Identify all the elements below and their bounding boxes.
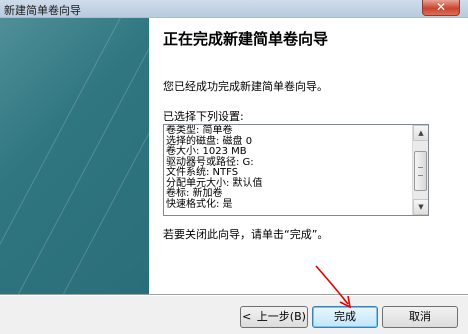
vertical-scrollbar[interactable]: ▲ ▼ — [412, 125, 428, 215]
cancel-button[interactable]: 取消 — [382, 306, 458, 328]
back-arrow-icon: < — [242, 310, 252, 323]
settings-label: 已选择下列设置: — [163, 110, 244, 123]
close-button[interactable]: ✕ — [422, 0, 460, 16]
wizard-content: 正在完成新建简单卷向导 您已经成功完成新建简单卷向导。 已选择下列设置: 卷类型… — [149, 18, 468, 294]
close-icon: ✕ — [435, 0, 447, 14]
annotation-arrow-icon — [315, 265, 352, 309]
window-title: 新建简单卷向导 — [4, 4, 81, 17]
back-button-label: 上一步(B) — [253, 310, 306, 323]
scroll-down-icon[interactable]: ▼ — [413, 199, 428, 215]
settings-summary-list: 卷类型: 简单卷 选择的磁盘: 磁盘 0 卷大小: 1023 MB 驱动器号或路… — [166, 125, 412, 210]
close-instruction: 若要关闭此向导，请单击“完成”。 — [163, 228, 329, 241]
banner-decoration — [0, 18, 149, 294]
title-bar: 新建简单卷向导 ✕ — [0, 0, 468, 18]
back-button[interactable]: < 上一步(B) — [240, 306, 308, 328]
banner-decoration — [0, 18, 126, 294]
scroll-thumb[interactable] — [414, 151, 427, 191]
wizard-banner — [0, 18, 149, 294]
summary-line: 卷大小: 1023 MB — [166, 146, 247, 157]
summary-line: 卷标: 新加卷 — [166, 188, 223, 199]
summary-line: 快速格式化: 是 — [166, 198, 233, 210]
page-title: 正在完成新建简单卷向导 — [163, 30, 329, 48]
footer-divider — [0, 294, 468, 296]
summary-line: 卷类型: 简单卷 — [166, 125, 233, 136]
success-message: 您已经成功完成新建简单卷向导。 — [163, 80, 328, 93]
annotation-arrow-shaft — [315, 265, 349, 305]
scroll-up-icon[interactable]: ▲ — [413, 125, 428, 141]
settings-summary-box[interactable]: 卷类型: 简单卷 选择的磁盘: 磁盘 0 卷大小: 1023 MB 驱动器号或路… — [163, 124, 429, 216]
summary-line: 文件系统: NTFS — [166, 167, 239, 178]
